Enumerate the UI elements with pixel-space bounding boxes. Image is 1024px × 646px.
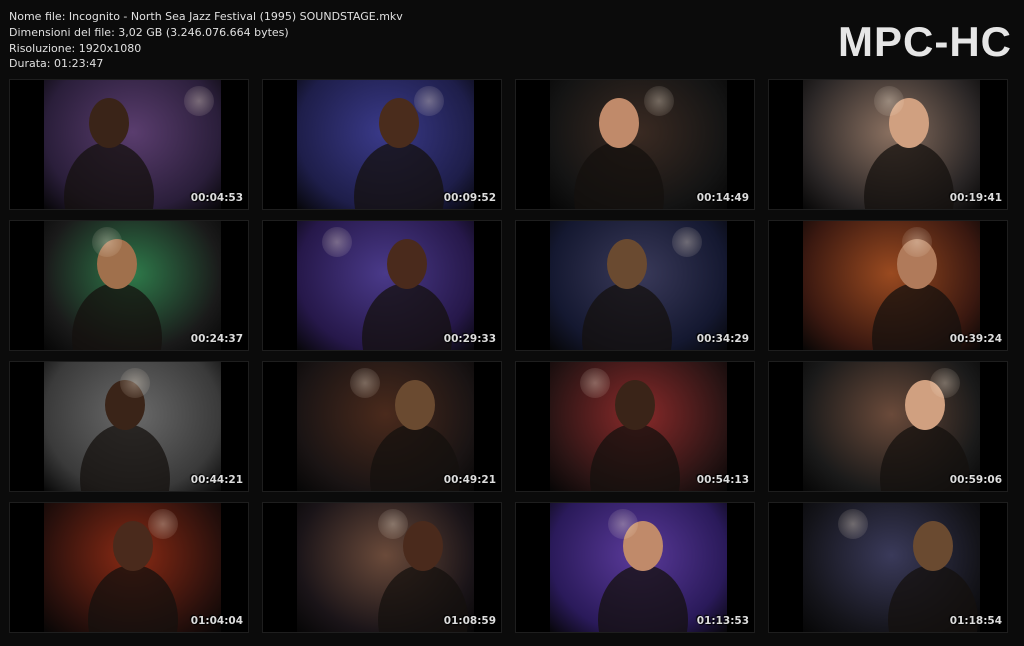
duration-line: Durata: 01:23:47	[9, 57, 104, 71]
stage-light	[120, 368, 150, 398]
video-thumbnail: 00:59:06	[768, 361, 1008, 492]
video-frame	[550, 503, 727, 632]
performer-silhouette	[64, 142, 154, 209]
thumbnail-timestamp: 00:09:52	[443, 192, 496, 204]
file-name-line: Nome file: Incognito - North Sea Jazz Fe…	[9, 10, 403, 23]
thumbnail-timestamp: 00:14:49	[696, 192, 749, 204]
thumbnail-timestamp: 01:18:54	[949, 615, 1002, 627]
stage-light	[930, 368, 960, 398]
thumbnail-timestamp: 00:24:37	[190, 333, 243, 345]
video-frame	[550, 221, 727, 350]
video-thumbnail: 00:54:13	[515, 361, 755, 492]
mpc-hc-logo: MPC-HC	[838, 18, 1012, 65]
stage-light	[838, 509, 868, 539]
thumbnail-timestamp: 01:04:04	[190, 615, 243, 627]
stage-light	[184, 86, 214, 116]
thumbnail-timestamp: 01:08:59	[443, 615, 496, 627]
performer-head	[395, 380, 435, 430]
thumbnail-timestamp: 00:19:41	[949, 192, 1002, 204]
thumbnail-timestamp: 00:54:13	[696, 474, 749, 486]
performer-head	[89, 98, 129, 148]
video-thumbnail: 00:19:41	[768, 79, 1008, 210]
performer-silhouette	[80, 424, 170, 491]
video-thumbnail: 00:14:49	[515, 79, 755, 210]
video-thumbnail: 00:44:21	[9, 361, 249, 492]
stage-light	[414, 86, 444, 116]
performer-head	[615, 380, 655, 430]
video-frame	[550, 362, 727, 491]
performer-head	[599, 98, 639, 148]
video-thumbnail: 00:09:52	[262, 79, 502, 210]
file-info-panel: Nome file: Incognito - North Sea Jazz Fe…	[9, 9, 403, 72]
video-frame	[44, 362, 221, 491]
video-frame	[297, 362, 474, 491]
video-thumbnail: 00:29:33	[262, 220, 502, 351]
thumbnail-timestamp: 00:34:29	[696, 333, 749, 345]
video-thumbnail: 01:08:59	[262, 502, 502, 633]
performer-head	[387, 239, 427, 289]
video-frame	[44, 503, 221, 632]
stage-light	[672, 227, 702, 257]
video-frame	[803, 362, 980, 491]
video-thumbnail: 00:34:29	[515, 220, 755, 351]
stage-light	[322, 227, 352, 257]
video-frame	[297, 221, 474, 350]
stage-light	[874, 86, 904, 116]
performer-head	[607, 239, 647, 289]
performer-silhouette	[362, 283, 452, 350]
stage-light	[92, 227, 122, 257]
performer-head	[113, 521, 153, 571]
performer-silhouette	[88, 565, 178, 632]
video-frame	[803, 80, 980, 209]
stage-light	[580, 368, 610, 398]
stage-light	[902, 227, 932, 257]
performer-silhouette	[582, 283, 672, 350]
performer-silhouette	[590, 424, 680, 491]
stage-light	[148, 509, 178, 539]
thumbnail-timestamp: 00:29:33	[443, 333, 496, 345]
performer-silhouette	[598, 565, 688, 632]
thumbnail-timestamp: 00:44:21	[190, 474, 243, 486]
thumbnail-timestamp: 00:59:06	[949, 474, 1002, 486]
thumbnail-timestamp: 01:13:53	[696, 615, 749, 627]
video-thumbnail: 00:04:53	[9, 79, 249, 210]
video-frame	[803, 503, 980, 632]
performer-silhouette	[574, 142, 664, 209]
video-frame	[803, 221, 980, 350]
performer-head	[913, 521, 953, 571]
performer-silhouette	[872, 283, 962, 350]
resolution-line: Risoluzione: 1920x1080	[9, 41, 142, 55]
performer-silhouette	[354, 142, 444, 209]
stage-light	[608, 509, 638, 539]
thumbnail-timestamp: 00:49:21	[443, 474, 496, 486]
thumbnail-grid: 00:04:53 00:09:52 00:14:49 00:19:41 00:24:37…	[9, 79, 1015, 638]
stage-light	[350, 368, 380, 398]
performer-head	[403, 521, 443, 571]
performer-silhouette	[864, 142, 954, 209]
thumbnail-timestamp: 00:39:24	[949, 333, 1002, 345]
video-thumbnail: 01:18:54	[768, 502, 1008, 633]
video-thumbnail: 00:49:21	[262, 361, 502, 492]
stage-light	[378, 509, 408, 539]
stage-light	[644, 86, 674, 116]
thumbnail-timestamp: 00:04:53	[190, 192, 243, 204]
video-thumbnail: 01:04:04	[9, 502, 249, 633]
video-thumbnail: 00:39:24	[768, 220, 1008, 351]
video-frame	[297, 503, 474, 632]
performer-head	[379, 98, 419, 148]
file-size-line: Dimensioni del file: 3,02 GB (3.246.076.…	[9, 25, 289, 39]
video-frame	[44, 221, 221, 350]
video-thumbnail: 00:24:37	[9, 220, 249, 351]
video-frame	[44, 80, 221, 209]
video-thumbnail: 01:13:53	[515, 502, 755, 633]
video-frame	[297, 80, 474, 209]
video-frame	[550, 80, 727, 209]
performer-silhouette	[72, 283, 162, 350]
